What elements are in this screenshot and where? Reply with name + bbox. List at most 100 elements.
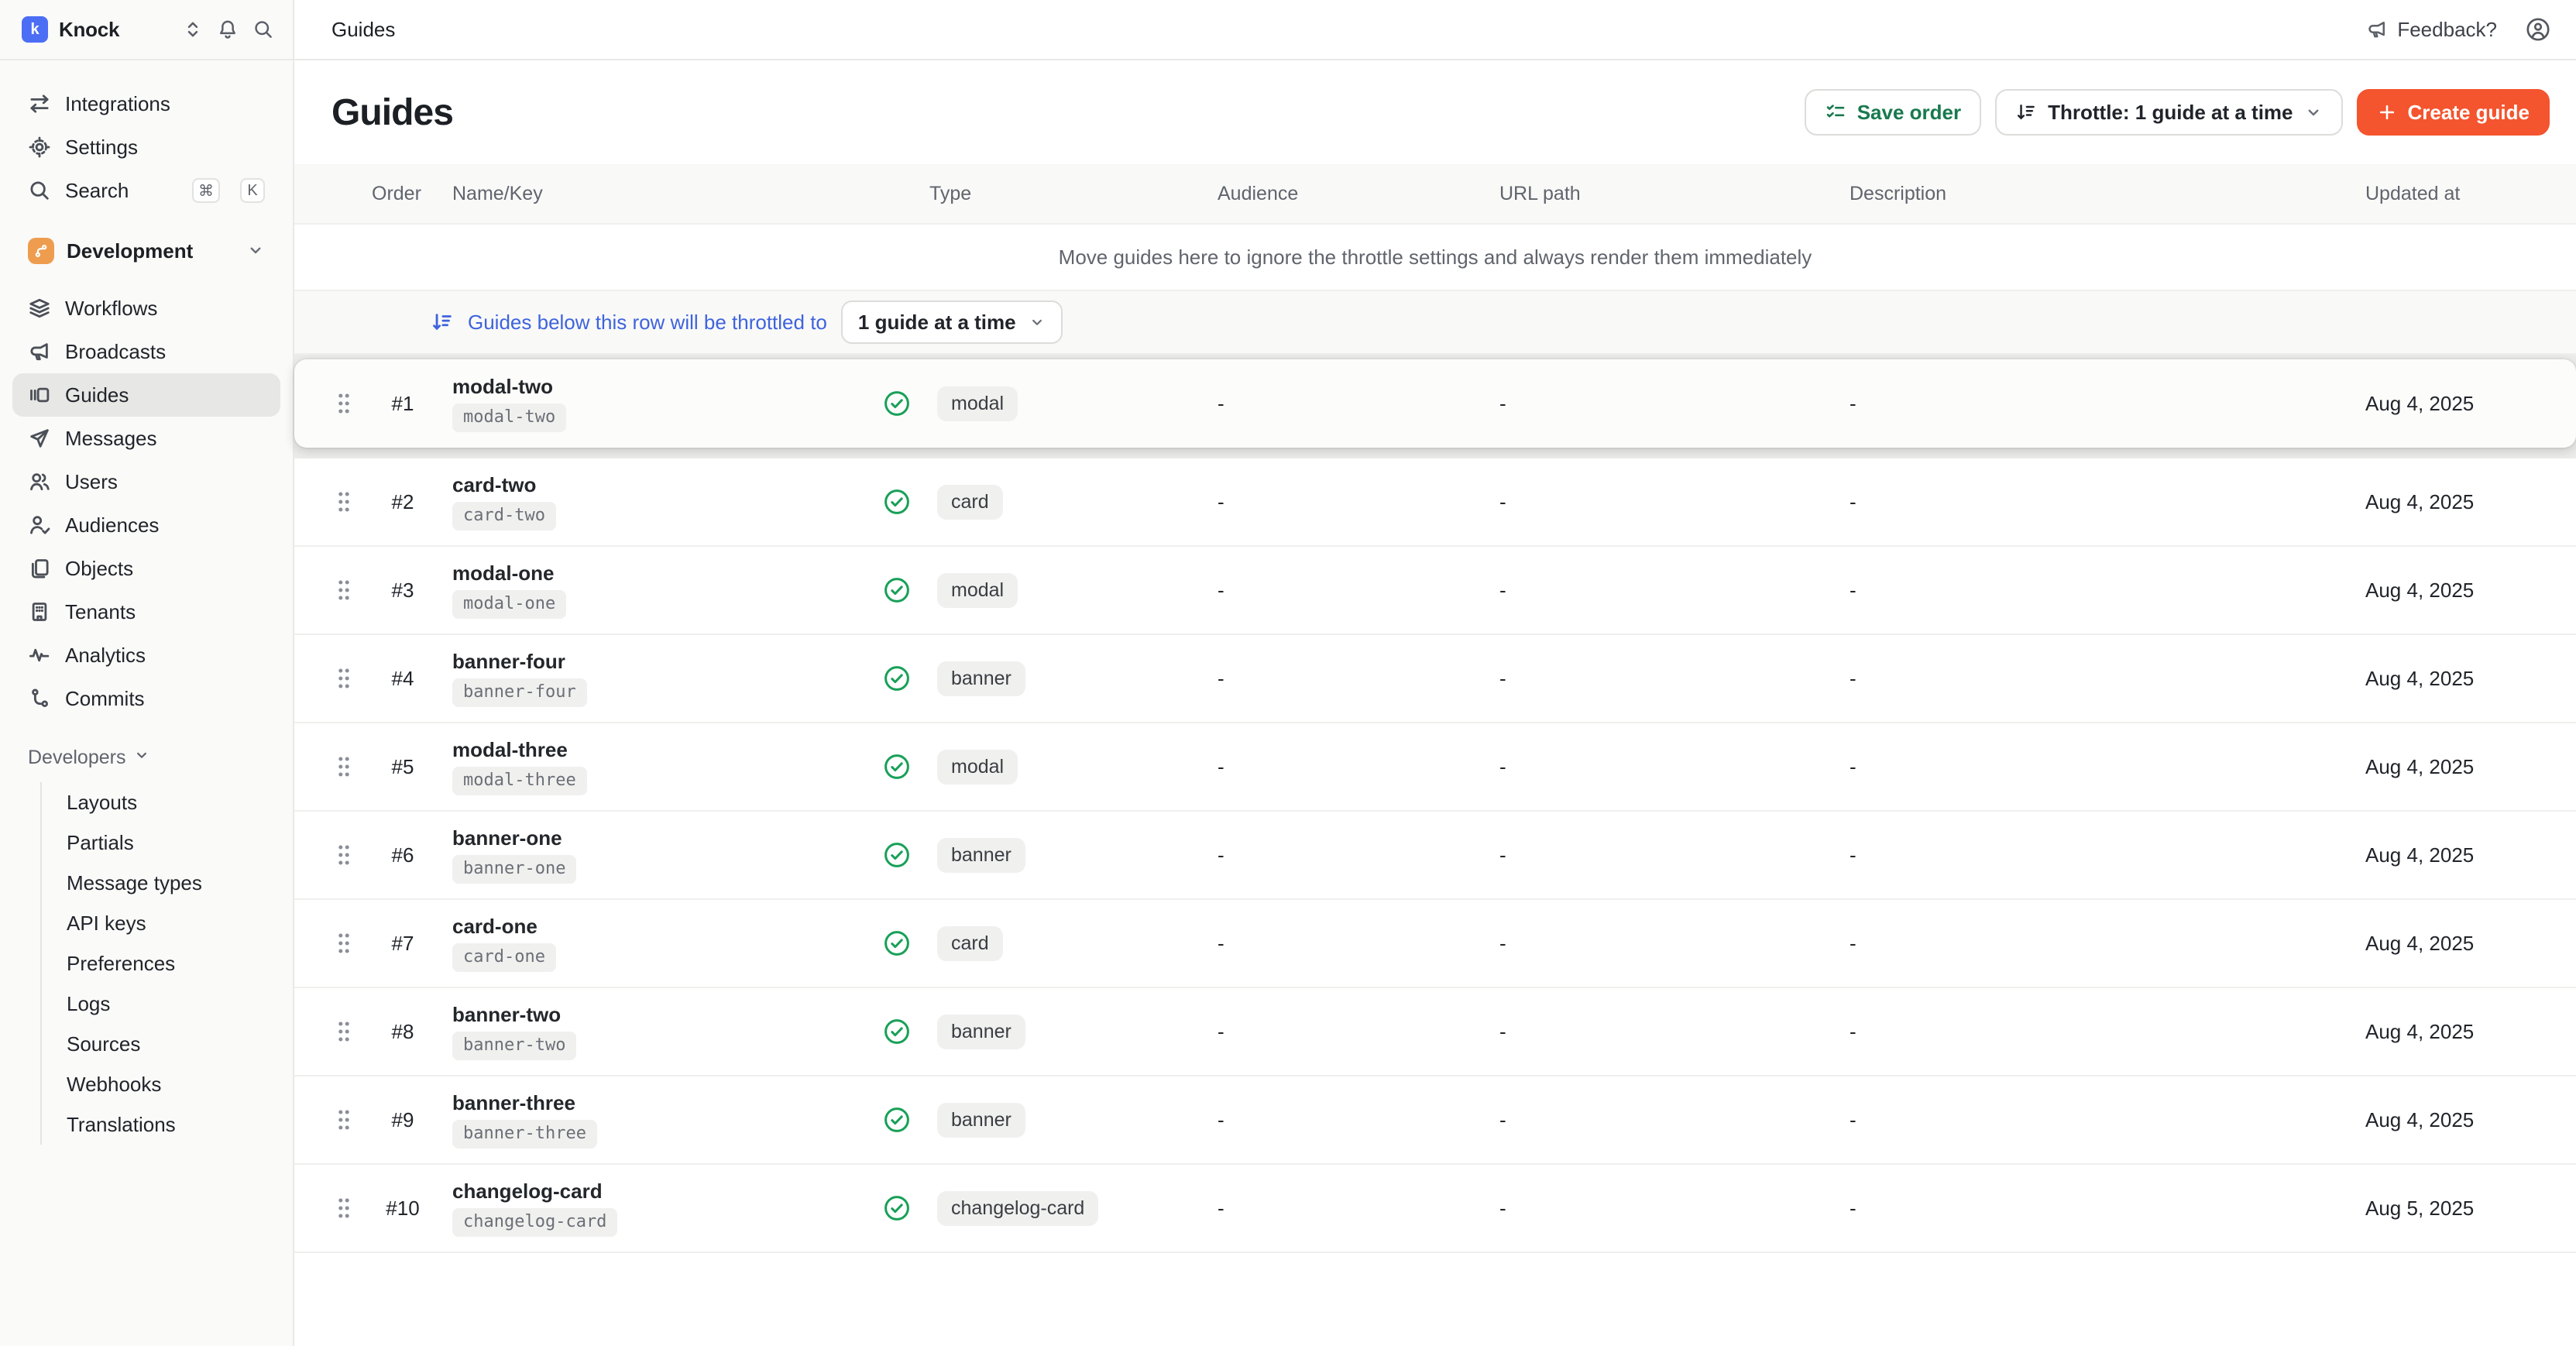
guide-audience: - [1205,1020,1487,1044]
guide-type-cell: banner [929,1103,1205,1138]
throttle-value-select[interactable]: 1 guide at a time [841,300,1063,344]
table-empty-space [294,1253,2576,1346]
guide-name: banner-three [452,1091,575,1115]
guide-key-badge: banner-two [452,1032,576,1060]
guide-updated-at: Aug 4, 2025 [2365,1108,2576,1132]
col-header-name-key: Name/Key [434,183,883,205]
breadcrumb[interactable]: Guides [331,18,395,42]
throttle-dropdown-button[interactable]: Throttle: 1 guide at a time [1995,89,2342,136]
guide-name-cell: banner-three banner-three [434,1091,883,1149]
sidebar-item-integrations[interactable]: Integrations [12,82,280,125]
drag-handle-icon[interactable] [316,754,372,780]
drag-handle-icon[interactable] [316,390,372,417]
guide-row[interactable]: #9banner-threebanner-threebanner---Aug 4… [294,1076,2576,1165]
feedback-button[interactable]: Feedback? [2366,18,2497,42]
guide-row[interactable]: #8banner-twobanner-twobanner---Aug 4, 20… [294,988,2576,1076]
drag-handle-icon[interactable] [316,1107,372,1133]
guide-row[interactable]: #3modal-onemodal-onemodal---Aug 4, 2025 [294,547,2576,635]
sidebar-item-messages[interactable]: Messages [12,417,280,460]
guide-name: card-two [452,473,536,497]
environment-switcher[interactable]: Development [12,228,280,274]
guides-icon [28,383,51,407]
guide-audience: - [1205,667,1487,691]
guide-key-badge: banner-three [452,1120,597,1149]
guide-audience: - [1205,392,1487,416]
guide-type-badge: changelog-card [937,1191,1098,1226]
guide-row[interactable]: #2card-twocard-twocard---Aug 4, 2025 [294,458,2576,547]
sidebar-item-label: Search [65,179,129,203]
drag-handle-icon[interactable] [316,1195,372,1221]
sidebar-item-objects[interactable]: Objects [12,547,280,590]
active-status-icon [883,1106,929,1134]
sidebar-item-message-types[interactable]: Message types [42,863,280,903]
col-header-updated-at: Updated at [2365,183,2576,205]
guide-name: modal-two [452,375,553,399]
create-guide-button[interactable]: Create guide [2357,89,2550,136]
guide-url-path: - [1487,755,1837,779]
sidebar-item-sources[interactable]: Sources [42,1024,280,1064]
sidebar-item-preferences[interactable]: Preferences [42,943,280,984]
guide-url-path: - [1487,1108,1837,1132]
guide-row[interactable]: #1modal-twomodal-twomodal---Aug 4, 2025 [294,359,2576,448]
drag-handle-icon[interactable] [316,842,372,868]
drag-handle-icon[interactable] [316,577,372,603]
unfold-icon[interactable] [183,19,203,39]
guide-row[interactable]: #10changelog-cardchangelog-cardchangelog… [294,1165,2576,1253]
search-icon[interactable] [252,19,274,40]
sidebar-item-guides[interactable]: Guides [12,373,280,417]
sidebar-item-users[interactable]: Users [12,460,280,503]
sidebar-item-label: Messages [65,427,157,451]
table-header-row: Order Name/Key Type Audience URL path De… [294,164,2576,225]
guide-type-cell: modal [929,750,1205,785]
guide-row[interactable]: #7card-onecard-onecard---Aug 4, 2025 [294,900,2576,988]
guide-row[interactable]: #6banner-onebanner-onebanner---Aug 4, 20… [294,812,2576,900]
guide-row[interactable]: #4banner-fourbanner-fourbanner---Aug 4, … [294,635,2576,723]
settings-icon [28,136,51,159]
col-header-description: Description [1837,183,2365,205]
active-status-icon [883,841,929,869]
git-branch-icon [28,238,54,264]
broadcasts-icon [28,340,51,363]
integrations-icon [28,92,51,115]
sidebar-item-partials[interactable]: Partials [42,822,280,863]
sidebar-item-audiences[interactable]: Audiences [12,503,280,547]
sidebar-item-label: Workflows [65,297,157,321]
save-order-button[interactable]: Save order [1805,89,1981,136]
guide-updated-at: Aug 4, 2025 [2365,932,2576,956]
guide-audience: - [1205,932,1487,956]
search-icon [28,179,51,202]
guide-row[interactable]: #5modal-threemodal-threemodal---Aug 4, 2… [294,723,2576,812]
guide-url-path: - [1487,1020,1837,1044]
sidebar-item-label: Users [65,470,118,494]
sort-descending-icon [431,311,454,334]
sidebar-item-settings[interactable]: Settings [12,125,280,169]
main-content: Guides Feedback? Guides Save order Throt… [294,0,2576,1346]
drag-handle-icon[interactable] [316,1018,372,1045]
workspace-switcher[interactable]: k Knock [0,0,293,60]
ignore-throttle-message: Move guides here to ignore the throttle … [1059,246,1812,270]
sidebar-item-label: Broadcasts [65,340,166,364]
drag-handle-icon[interactable] [316,930,372,956]
sidebar-item-tenants[interactable]: Tenants [12,590,280,634]
sidebar-item-translations[interactable]: Translations [42,1104,280,1145]
sidebar-item-webhooks[interactable]: Webhooks [42,1064,280,1104]
sidebar-item-api-keys[interactable]: API keys [42,903,280,943]
col-header-audience: Audience [1205,183,1487,205]
sidebar-item-broadcasts[interactable]: Broadcasts [12,330,280,373]
guide-description: - [1837,932,2365,956]
sidebar-item-analytics[interactable]: Analytics [12,634,280,677]
sidebar-item-layouts[interactable]: Layouts [42,782,280,822]
developers-section-toggle[interactable]: Developers [12,739,280,776]
drag-handle-icon[interactable] [316,665,372,692]
sidebar-item-workflows[interactable]: Workflows [12,287,280,330]
ignore-throttle-dropzone[interactable]: Move guides here to ignore the throttle … [294,225,2576,291]
guide-type-badge: modal [937,750,1018,785]
drag-handle-icon[interactable] [316,489,372,515]
audiences-icon [28,513,51,537]
sidebar-item-logs[interactable]: Logs [42,984,280,1024]
bell-icon[interactable] [217,19,239,40]
guide-type-badge: banner [937,1015,1025,1049]
sidebar-item-commits[interactable]: Commits [12,677,280,720]
sidebar-item-search[interactable]: Search⌘K [12,169,280,212]
account-avatar-icon[interactable] [2525,16,2551,43]
